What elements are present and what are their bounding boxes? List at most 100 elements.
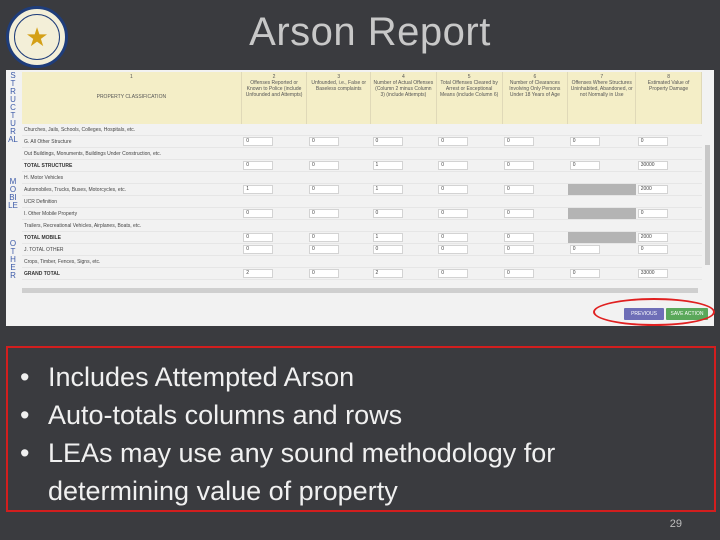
table-cell: 0	[567, 159, 636, 172]
column-header: 1 PROPERTY CLASSIFICATION	[22, 72, 242, 124]
value-input[interactable]: 0	[504, 137, 534, 146]
table-row: H. Motor Vehicles	[22, 171, 702, 184]
value-input[interactable]: 0	[504, 161, 534, 170]
column-label: Number of Clearances Involving Only Pers…	[509, 80, 561, 98]
table-cell: 0	[436, 231, 502, 244]
horizontal-scrollbar[interactable]	[22, 288, 698, 293]
value-input[interactable]: 0	[308, 137, 339, 146]
value-input[interactable]: 0	[308, 209, 339, 218]
table-cell: 33000	[635, 267, 702, 280]
table-cell	[306, 147, 371, 160]
table-cell: 0	[502, 135, 568, 148]
value-input[interactable]: 0	[438, 209, 469, 218]
value-input[interactable]: 2000	[637, 185, 668, 194]
side-label-structural: STRUCTURAL	[8, 71, 18, 144]
table-cell	[241, 195, 307, 208]
value-input[interactable]: 0	[243, 245, 274, 254]
arson-report-screenshot: STRUCTURAL MOBILE OTHER 1 PROPERTY CLASSI…	[6, 70, 714, 326]
column-header: 8 Estimated Value of Property Damage	[635, 72, 702, 124]
table-cell: 0	[567, 135, 636, 148]
table-cell	[567, 183, 636, 196]
value-input[interactable]: 0	[308, 185, 339, 194]
value-input[interactable]: 0	[438, 185, 469, 194]
value-input[interactable]: 0	[438, 233, 469, 242]
value-input[interactable]: 0	[637, 209, 668, 218]
value-input[interactable]: 1	[243, 185, 274, 194]
table-row: Crops, Timber, Fences, Signs, etc.	[22, 255, 702, 268]
value-input[interactable]: 0	[372, 245, 403, 254]
vertical-scrollbar[interactable]	[705, 145, 710, 265]
value-input[interactable]: 1	[372, 233, 403, 242]
table-cell: 1	[370, 231, 437, 244]
value-input[interactable]: 30000	[637, 161, 668, 170]
table-cell: 0	[241, 135, 307, 148]
value-input[interactable]: 0	[372, 137, 403, 146]
value-input[interactable]: 0	[504, 209, 534, 218]
value-input[interactable]: 0	[308, 161, 339, 170]
value-input[interactable]: 0	[504, 185, 534, 194]
table-cell: 2	[370, 267, 437, 280]
row-label: Out Buildings, Monuments, Buildings Unde…	[22, 147, 242, 160]
value-input[interactable]: 0	[308, 233, 339, 242]
button-highlight-circle	[593, 298, 715, 326]
value-input[interactable]: 0	[308, 269, 339, 278]
row-label: TOTAL STRUCTURE	[22, 159, 242, 172]
row-label: Crops, Timber, Fences, Signs, etc.	[22, 255, 242, 268]
value-input[interactable]: 0	[438, 137, 469, 146]
column-label: Offenses Reported or Known to Police (in…	[245, 80, 303, 98]
table-cell: 2000	[635, 231, 702, 244]
table-cell: 0	[567, 243, 636, 256]
value-input[interactable]: 0	[372, 209, 403, 218]
bullet-list-box: Includes Attempted Arson Auto-totals col…	[6, 346, 716, 512]
value-input[interactable]: 0	[637, 137, 668, 146]
value-input[interactable]: 2000	[637, 233, 668, 242]
arson-table: 1 PROPERTY CLASSIFICATION 2 Offenses Report…	[22, 72, 702, 280]
value-input[interactable]: 0	[438, 161, 469, 170]
value-input[interactable]: 1	[372, 161, 403, 170]
table-row: Churches, Jails, Schools, Colleges, Hosp…	[22, 124, 702, 136]
value-input[interactable]: 0	[569, 137, 600, 146]
value-input[interactable]: 0	[637, 245, 668, 254]
value-input[interactable]: 0	[243, 209, 274, 218]
table-cell	[241, 219, 307, 232]
value-input[interactable]: 0	[308, 245, 339, 254]
value-input[interactable]: 0	[569, 161, 600, 170]
value-input[interactable]: 0	[243, 161, 274, 170]
table-cell: 2000	[635, 183, 702, 196]
row-label: Churches, Jails, Schools, Colleges, Hosp…	[22, 124, 242, 136]
column-label: Estimated Value of Property Damage	[647, 80, 690, 92]
table-body: Churches, Jails, Schools, Colleges, Hosp…	[22, 124, 702, 280]
value-input[interactable]: 0	[504, 233, 534, 242]
value-input[interactable]: 1	[372, 185, 403, 194]
table-cell: 0	[370, 135, 437, 148]
table-cell	[241, 171, 307, 184]
column-label: Unfounded, i.e., False or Baseless compl…	[311, 80, 367, 92]
value-input[interactable]: 0	[504, 269, 534, 278]
value-input[interactable]: 0	[438, 245, 469, 254]
value-input[interactable]: 0	[243, 233, 274, 242]
table-cell: 0	[635, 207, 702, 220]
column-header: 2 Offenses Reported or Known to Police (i…	[241, 72, 308, 124]
table-cell	[567, 147, 636, 160]
table-cell: 0	[502, 207, 568, 220]
value-input[interactable]: 0	[569, 245, 600, 254]
table-cell: 0	[306, 159, 371, 172]
table-cell: 0	[306, 135, 371, 148]
table-cell	[635, 219, 702, 232]
value-input[interactable]: 0	[438, 269, 469, 278]
arson-table-container: 1 PROPERTY CLASSIFICATION 2 Offenses Report…	[22, 72, 702, 284]
value-input[interactable]: 0	[569, 269, 600, 278]
table-cell	[567, 207, 636, 220]
table-cell: 0	[436, 159, 502, 172]
table-cell	[635, 255, 702, 268]
star-icon: ★	[14, 14, 60, 60]
table-cell	[436, 219, 502, 232]
value-input[interactable]: 2	[243, 269, 274, 278]
value-input[interactable]: 0	[504, 245, 534, 254]
value-input[interactable]: 33000	[637, 269, 668, 278]
value-input[interactable]: 0	[243, 137, 274, 146]
table-cell: 0	[241, 231, 307, 244]
value-input[interactable]: 2	[372, 269, 403, 278]
table-cell	[370, 255, 437, 268]
row-label: Automobiles, Trucks, Buses, Motorcycles,…	[22, 183, 242, 196]
